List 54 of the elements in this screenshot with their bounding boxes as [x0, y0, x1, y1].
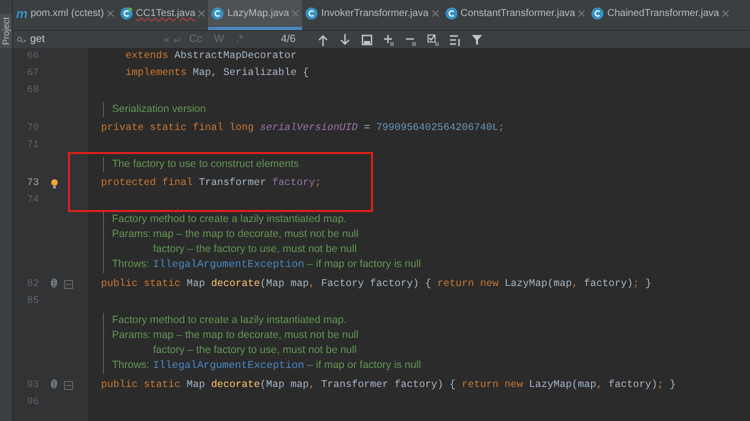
editor-tab[interactable]: m pom.xml (cctest) [13, 0, 117, 30]
lightbulb-icon[interactable] [50, 178, 58, 188]
doc-text: Factory method to create a lazily instantiated map. [112, 212, 348, 227]
editor-tab[interactable]: CC1Test.java [116, 0, 208, 30]
arrow-down-icon[interactable] [338, 34, 351, 46]
editor-tab[interactable]: ChainedTransformer.java [588, 0, 732, 30]
doc-text: Serialization version [112, 102, 206, 117]
code-line: private static final long serialVersionUID = 7990956402564206740L; [100, 122, 505, 136]
select-all-icon[interactable] [426, 34, 439, 46]
doc-link[interactable]: IllegalArgumentException [153, 259, 304, 271]
close-icon[interactable] [106, 10, 114, 17]
doc-text: Params: map – the map to decorate, must not be null [112, 328, 360, 343]
editor-tab[interactable]: LazyMap.java [208, 0, 302, 30]
match-count: 4/6 [281, 32, 296, 47]
arrow-up-icon[interactable] [316, 34, 329, 46]
fold-icon[interactable] [64, 381, 73, 390]
class-icon [211, 7, 224, 20]
override-marker[interactable]: @ [50, 378, 58, 394]
doc-text: Throws: IllegalArgumentException – if map or factory is null [112, 358, 421, 374]
lines-icon[interactable] [448, 34, 461, 46]
close-icon[interactable] [292, 10, 300, 17]
newline-icon[interactable] [173, 34, 182, 44]
doc-link[interactable]: IllegalArgumentException [153, 360, 304, 372]
code-line: public static Map decorate(Map map, Factory factory) { return new LazyMap(map, factory); } [100, 278, 652, 292]
doc-text: Params: map – the map to decorate, must not be null [112, 227, 360, 242]
class-icon [591, 7, 604, 20]
window-icon[interactable] [360, 34, 373, 46]
close-icon[interactable] [578, 10, 586, 17]
line-number: 73 [26, 177, 39, 191]
close-icon[interactable] [198, 10, 206, 17]
editor-tab[interactable]: InvokerTransformer.java [302, 0, 442, 30]
doc-text: Throws: IllegalArgumentException – if map or factory is null [112, 257, 421, 273]
doc-text: Factory method to create a lazily instantiated map. [112, 313, 348, 328]
doc-text: factory – the factory to use, must not be null [152, 343, 358, 358]
code-line: public static Map decorate(Map map, Transformer factory) { return new LazyMap(map, factory); } [100, 378, 676, 393]
close-icon[interactable] [432, 10, 439, 17]
code-line: protected final Transformer factory; [100, 176, 322, 191]
class-icon [444, 7, 458, 20]
close-icon[interactable] [722, 10, 730, 17]
search-icon [17, 34, 26, 44]
class-icon [120, 7, 133, 20]
editor-tab[interactable]: ConstantTransformer.java [442, 0, 588, 30]
fold-icon[interactable] [64, 280, 73, 289]
doc-text: The factory to use to construct elements [112, 157, 299, 172]
project-tab[interactable]: Project [0, 14, 12, 48]
maven-file-icon: m [16, 6, 28, 20]
clear-icon[interactable] [164, 36, 170, 44]
class-icon [305, 7, 318, 20]
doc-text: factory – the factory to use, must not be null [152, 242, 358, 257]
add-occurrence-icon[interactable] [382, 34, 395, 46]
code-line: implements Map, Serializable { [124, 66, 309, 81]
filter-icon[interactable] [470, 34, 483, 46]
override-marker[interactable]: @ [50, 276, 58, 292]
code-line: extends AbstractMapDecorator [124, 50, 297, 64]
